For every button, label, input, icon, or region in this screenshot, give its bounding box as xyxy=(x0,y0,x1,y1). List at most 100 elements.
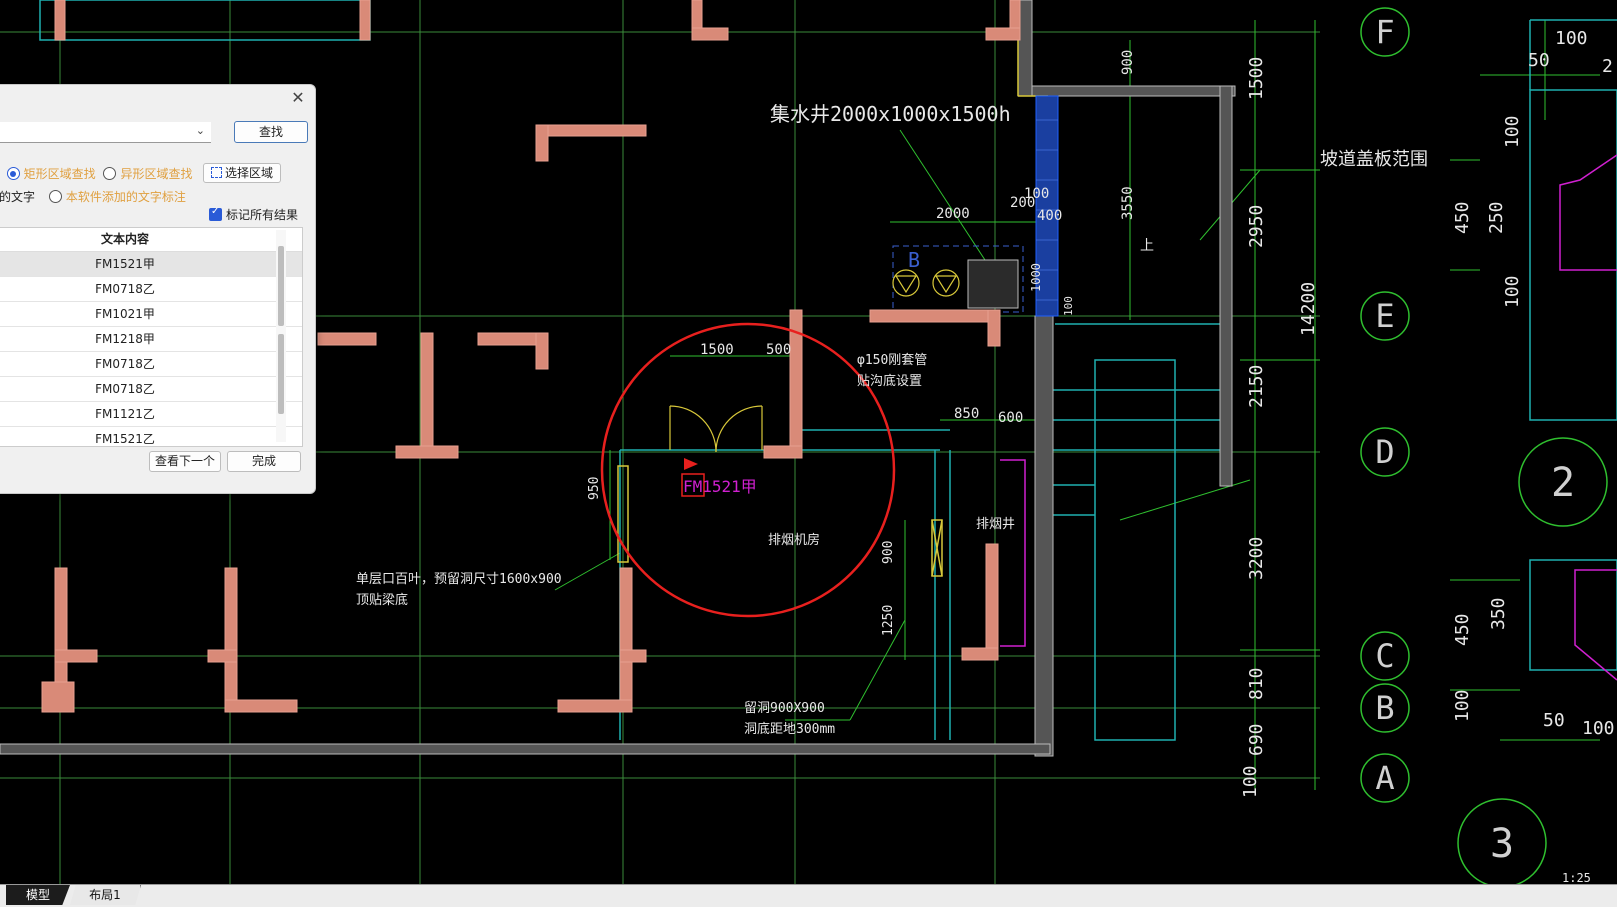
irregular-search-label[interactable]: 异形区域查找 xyxy=(120,167,192,181)
dim-text: 2000 xyxy=(936,206,970,222)
software-text-radio[interactable] xyxy=(48,190,62,203)
pipe-annotation-2: 贴沟底设置 xyxy=(857,373,922,389)
dim-text: 450 xyxy=(1452,613,1473,646)
dim-text: 400 xyxy=(1037,208,1062,224)
table-row[interactable]: FM0718乙 xyxy=(0,377,302,402)
dim-text: 850 xyxy=(954,406,979,422)
dim-text: 900 xyxy=(881,541,896,564)
table-row[interactable]: FM0718乙 xyxy=(0,277,302,302)
mark-all-checkbox[interactable] xyxy=(209,206,222,221)
dim-text: 500 xyxy=(766,342,791,358)
layout-tab-bar: 模型 布局1 xyxy=(0,884,1617,907)
results-table: 文本内容 FM1521甲 FM0718乙 FM1021甲 FM1218甲 FM0… xyxy=(0,227,303,447)
table-row[interactable]: FM0718乙 xyxy=(0,352,302,377)
select-area-icon xyxy=(210,167,222,178)
dim-text: 2 xyxy=(1602,56,1613,77)
pumps xyxy=(892,269,960,297)
close-icon[interactable]: ✕ xyxy=(289,89,307,107)
double-door xyxy=(669,405,763,453)
select-area-button[interactable]: 选择区域 xyxy=(203,163,281,183)
dimension-text-group: 900 1500 100 50 2 2000 200 100 400 3550 … xyxy=(587,28,1615,798)
dim-text: 600 xyxy=(998,410,1023,426)
axis-label-d: D xyxy=(1375,433,1394,471)
dim-text: 14200 xyxy=(1298,282,1319,336)
results-scrollbar[interactable] xyxy=(276,230,286,442)
detail-label-3: 3 xyxy=(1490,821,1514,867)
dim-text: 100 xyxy=(1062,296,1075,316)
chevron-down-icon[interactable]: ⌄ xyxy=(196,124,205,137)
done-button[interactable]: 完成 xyxy=(227,451,301,472)
dim-text: 1250 xyxy=(881,605,896,636)
dim-text: 450 xyxy=(1452,201,1473,234)
found-arrow-icon xyxy=(684,458,698,470)
opening-annotation-1: 留洞900X900 xyxy=(744,701,825,716)
b-mark: B xyxy=(908,248,920,272)
table-row[interactable]: FM1521乙 xyxy=(0,427,302,446)
text-type-row: 对的文字 本软件添加的文字标注 xyxy=(0,188,186,205)
smoke-shaft-label: 排烟井 xyxy=(976,517,1015,532)
tab-layout1[interactable]: 布局1 xyxy=(70,885,141,905)
axis-bubbles xyxy=(1360,7,1608,884)
dim-text: 100 xyxy=(1502,275,1523,308)
ramp-cover-annotation: 坡道盖板范围 xyxy=(1320,149,1428,170)
dim-text: 50 xyxy=(1528,50,1550,71)
table-row[interactable]: FM1021甲 xyxy=(0,302,302,327)
dim-text: 250 xyxy=(1486,201,1507,234)
dim-text: 100 xyxy=(1502,115,1523,148)
irregular-search-radio[interactable] xyxy=(103,167,117,180)
software-text-label[interactable]: 本软件添加的文字标注 xyxy=(66,190,186,204)
highlight-circle xyxy=(600,322,896,618)
dim-text: 100 xyxy=(1024,186,1049,202)
dim-text: 900 xyxy=(1120,50,1136,75)
dim-text: 100 xyxy=(1240,765,1261,798)
dim-text: 810 xyxy=(1246,667,1267,700)
dim-text: 1500 xyxy=(1246,57,1267,100)
table-row[interactable]: FM1218甲 xyxy=(0,327,302,352)
mark-all-row[interactable]: 标记所有结果 xyxy=(209,206,298,223)
detail-label-2: 2 xyxy=(1551,460,1575,506)
axis-label-c: C xyxy=(1375,637,1394,675)
table-row[interactable]: FM1121乙 xyxy=(0,402,302,427)
select-area-label: 选择区域 xyxy=(224,166,273,180)
dim-text: 950 xyxy=(587,477,602,500)
axis-label-a: A xyxy=(1375,759,1394,797)
opening-annotation-2: 洞底距地300mm xyxy=(744,721,835,737)
dim-text: 1000 xyxy=(1029,263,1043,292)
louver-annotation-1: 单层口百叶，预留洞尺寸1600x900 xyxy=(356,572,562,587)
up-mark: 上 xyxy=(1140,238,1154,254)
find-next-button[interactable]: 查看下一个 xyxy=(149,451,221,472)
dim-text: 2950 xyxy=(1246,205,1267,248)
smoke-room-label: 排烟机房 xyxy=(768,532,820,548)
mark-all-label: 标记所有结果 xyxy=(226,208,299,222)
dim-text: 100 xyxy=(1452,689,1473,722)
text-type-label: 对的文字 xyxy=(0,190,36,204)
table-row[interactable]: FM1521甲 xyxy=(0,252,302,277)
column-header-text: 文本内容 xyxy=(0,228,302,252)
scale-label: 1:25 xyxy=(1562,871,1591,884)
rect-search-label[interactable]: 矩形区域查找 xyxy=(24,167,96,181)
dim-text: 350 xyxy=(1488,597,1509,630)
axis-label-f: F xyxy=(1375,13,1394,51)
axis-label-e: E xyxy=(1375,297,1394,335)
dim-text: 690 xyxy=(1246,723,1267,756)
dim-text: 100 xyxy=(1582,718,1615,739)
find-text-dialog: ✕ ⌄ 查找 tx 矩形区域查找 异形区域查找 选择区域 对的文字 本软件添加的… xyxy=(0,84,316,494)
scrollbar-thumb[interactable] xyxy=(278,246,284,326)
dim-text: 2150 xyxy=(1246,365,1267,408)
louver-annotation-2: 顶贴梁底 xyxy=(356,592,408,608)
tab-model[interactable]: 模型 xyxy=(6,885,70,905)
door-tag-label: FM1521甲 xyxy=(683,477,757,496)
sump-annotation: 集水井2000x1000x1500h xyxy=(770,102,1011,126)
dim-text: 50 xyxy=(1543,710,1565,731)
dim-text: 100 xyxy=(1555,28,1588,49)
dim-text: 1500 xyxy=(700,342,734,358)
dimension-lines xyxy=(554,20,1600,790)
rect-search-radio[interactable] xyxy=(6,167,20,180)
magenta-details xyxy=(1000,154,1617,681)
dim-text: 3200 xyxy=(1246,537,1267,580)
find-button[interactable]: 查找 xyxy=(234,121,308,143)
search-scope-row: tx 矩形区域查找 异形区域查找 xyxy=(0,165,193,182)
scrollbar-thumb[interactable] xyxy=(278,334,284,414)
search-text-combo[interactable]: ⌄ xyxy=(0,122,211,143)
axis-label-b: B xyxy=(1375,689,1394,727)
